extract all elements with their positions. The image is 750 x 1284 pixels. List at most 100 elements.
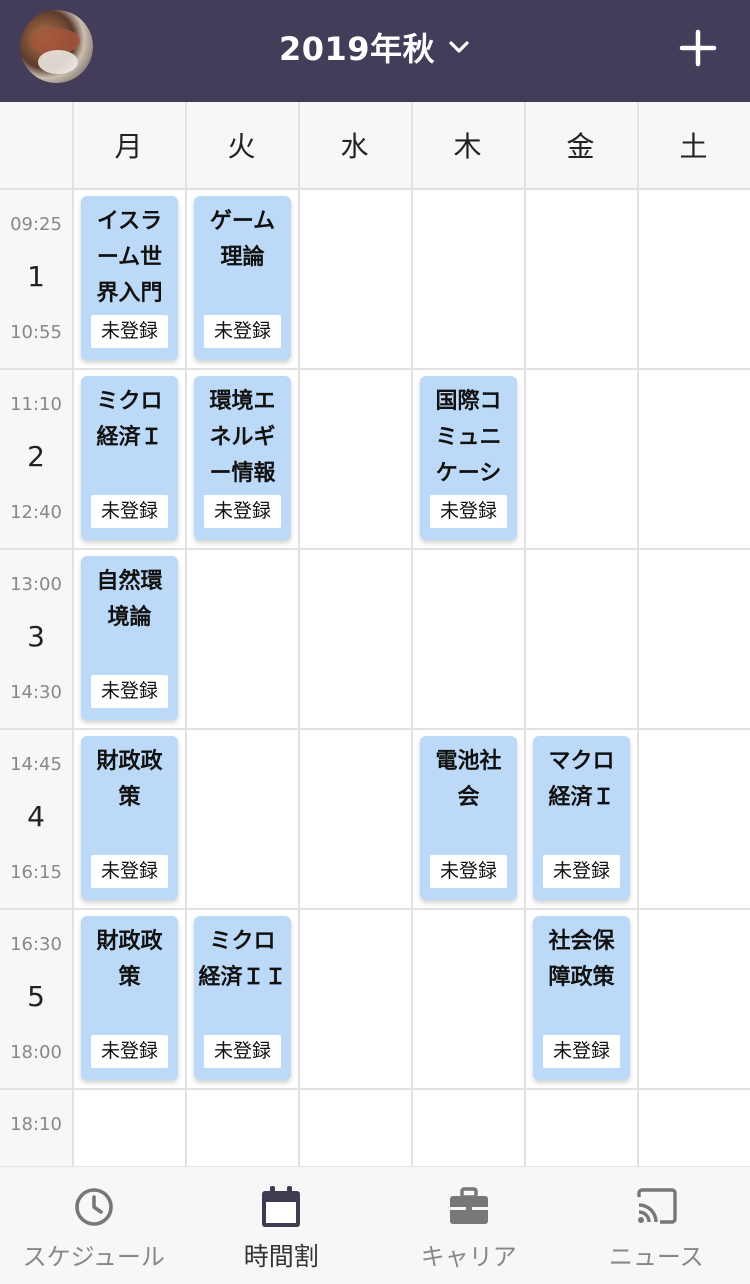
- day-header: 火: [227, 130, 256, 163]
- course-name: ミクロ 経済Ｉ: [96, 389, 163, 450]
- nav-label: スケジュール: [22, 1243, 165, 1271]
- registration-status-badge: 未登録: [430, 495, 507, 528]
- timetable-grid: 月火水木金土 09:25 1 10:55 11:10 2 12:40 13:00 3 14:30 1…: [0, 102, 750, 1268]
- nav-label: ニュース: [608, 1243, 704, 1271]
- day-header: 木: [453, 130, 482, 163]
- timetable-cell[interactable]: [639, 910, 750, 1088]
- course-name: 自然環 境論: [96, 569, 163, 630]
- chevron-down-icon: [449, 41, 469, 53]
- course-card[interactable]: 電池社 会未登録: [420, 736, 517, 900]
- registration-status-badge: 未登録: [204, 315, 281, 348]
- course-card[interactable]: ミクロ 経済ＩＩ 未登録: [194, 916, 291, 1080]
- registration-status-badge: 未登録: [204, 495, 281, 528]
- course-name: 財政政 策: [96, 749, 163, 810]
- course-name: ゲーム 理論: [209, 209, 276, 270]
- timetable-cell[interactable]: [526, 190, 637, 368]
- timetable-cell[interactable]: [639, 730, 750, 908]
- period-label: 13:00 3 14:30: [0, 548, 72, 728]
- period-number: 2: [27, 440, 45, 473]
- course-card[interactable]: イスラ ーム世 界入門未登録: [81, 196, 178, 360]
- cast-icon: [634, 1185, 678, 1229]
- course-card[interactable]: 国際コ ミュニ ケーシ未登録: [420, 376, 517, 540]
- course-name: イスラ ーム世 界入門: [96, 209, 163, 306]
- registration-status-badge: 未登録: [91, 675, 168, 708]
- course-name: 社会保 障政策: [548, 929, 615, 990]
- timetable-cell[interactable]: [413, 910, 524, 1088]
- nav-label: 時間割: [243, 1242, 319, 1271]
- period-number: 4: [27, 800, 45, 833]
- term-title: 2019年秋: [278, 30, 436, 68]
- timetable-cell[interactable]: [413, 550, 524, 728]
- course-name: 財政政 策: [96, 929, 163, 990]
- course-card[interactable]: 環境エ ネルギ ー情報未登録: [194, 376, 291, 540]
- timetable-cell[interactable]: [639, 190, 750, 368]
- timetable-cell[interactable]: [300, 370, 411, 548]
- day-header: 水: [340, 130, 369, 163]
- registration-status-badge: 未登録: [543, 1035, 620, 1068]
- timetable-cell[interactable]: [526, 550, 637, 728]
- registration-status-badge: 未登録: [204, 1035, 281, 1068]
- course-card[interactable]: 財政政 策未登録: [81, 916, 178, 1080]
- course-name: 国際コ ミュニ ケーシ: [435, 389, 502, 486]
- timetable-cell[interactable]: [300, 550, 411, 728]
- timetable-cell[interactable]: [300, 190, 411, 368]
- calendar-icon: [259, 1185, 303, 1229]
- term-selector[interactable]: 2019年秋: [0, 22, 750, 72]
- period-end-time: 12:40: [10, 502, 62, 523]
- timetable-cell[interactable]: [300, 730, 411, 908]
- course-card[interactable]: 自然環 境論 未登録: [81, 556, 178, 720]
- briefcase-icon: [447, 1185, 491, 1229]
- bottom-navigation: スケジュール 時間割 キャリア ニュース: [0, 1166, 750, 1284]
- course-card[interactable]: 社会保 障政策未登録: [533, 916, 630, 1080]
- period-number: 5: [27, 980, 45, 1013]
- course-card[interactable]: ミクロ 経済Ｉ 未登録: [81, 376, 178, 540]
- registration-status-badge: 未登録: [91, 315, 168, 348]
- period-number: 1: [27, 260, 45, 293]
- course-name: ミクロ 経済ＩＩ: [198, 929, 287, 990]
- timetable-cell[interactable]: [413, 190, 524, 368]
- period-end-time: 18:00: [10, 1042, 62, 1063]
- period-label: 16:30 5 18:00: [0, 908, 72, 1088]
- period-end-time: 14:30: [10, 682, 62, 703]
- course-name: マクロ 経済Ｉ: [548, 749, 615, 810]
- period-start-time: 14:45: [10, 754, 62, 775]
- course-card[interactable]: マクロ 経済Ｉ 未登録: [533, 736, 630, 900]
- day-header: 月: [114, 130, 143, 163]
- timetable-cell[interactable]: [639, 370, 750, 548]
- nav-item-cast[interactable]: ニュース: [563, 1167, 750, 1284]
- period-start-time: 11:10: [10, 394, 62, 415]
- period-number: 3: [27, 620, 45, 653]
- course-name: 電池社 会: [435, 749, 502, 810]
- nav-item-calendar[interactable]: 時間割: [188, 1167, 376, 1284]
- period-end-time: 10:55: [10, 322, 62, 343]
- period-label: 11:10 2 12:40: [0, 368, 72, 548]
- course-name: 環境エ ネルギ ー情報: [209, 389, 276, 486]
- nav-item-briefcase[interactable]: キャリア: [375, 1167, 563, 1284]
- clock-icon: [72, 1185, 116, 1229]
- timetable-cell[interactable]: [526, 370, 637, 548]
- nav-item-clock[interactable]: スケジュール: [0, 1167, 188, 1284]
- day-header: 金: [566, 130, 595, 163]
- top-app-bar: 2019年秋: [0, 0, 750, 102]
- period-start-time: 13:00: [10, 574, 62, 595]
- period-end-time: 16:15: [10, 862, 62, 883]
- period-start-time: 16:30: [10, 934, 62, 955]
- timetable-cell[interactable]: [639, 550, 750, 728]
- period-label: 14:45 4 16:15: [0, 728, 72, 908]
- registration-status-badge: 未登録: [91, 495, 168, 528]
- add-icon[interactable]: [676, 26, 720, 70]
- registration-status-badge: 未登録: [430, 855, 507, 888]
- period-start-time: 09:25: [10, 214, 62, 235]
- period-start-time: 18:10: [10, 1114, 62, 1135]
- course-card[interactable]: ゲーム 理論 未登録: [194, 196, 291, 360]
- timetable-cell[interactable]: [187, 550, 298, 728]
- timetable-cell[interactable]: [187, 730, 298, 908]
- day-header: 土: [679, 130, 708, 163]
- period-label: 09:25 1 10:55: [0, 188, 72, 368]
- registration-status-badge: 未登録: [91, 1035, 168, 1068]
- registration-status-badge: 未登録: [91, 855, 168, 888]
- course-card[interactable]: 財政政 策未登録: [81, 736, 178, 900]
- nav-label: キャリア: [420, 1243, 517, 1271]
- registration-status-badge: 未登録: [543, 855, 620, 888]
- timetable-cell[interactable]: [300, 910, 411, 1088]
